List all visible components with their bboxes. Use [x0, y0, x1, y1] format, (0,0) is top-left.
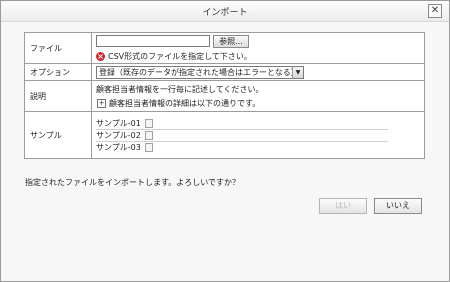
import-form: ファイル 参照... × CSV形式のファイルを指定して下さい。 オプション 登…: [24, 32, 425, 159]
chevron-down-icon[interactable]: ▼: [292, 66, 303, 78]
sample-row: サンプル サンプル-01 サンプル-02 サンプル-03: [24, 111, 425, 159]
detail-text: 顧客担当者情報の詳細は以下の通りです。: [109, 98, 261, 108]
expand-plus-icon[interactable]: +: [97, 98, 106, 108]
sample-link-2[interactable]: サンプル-02: [96, 130, 388, 142]
file-path-input[interactable]: [96, 35, 210, 47]
sample-name: サンプル-03: [96, 142, 141, 152]
title-bar: インポート ✕: [1, 1, 449, 22]
option-select[interactable]: 登録（既存のデータが指定された場合はエラーとなる） ▼: [96, 65, 304, 79]
sample-link-3[interactable]: サンプル-03: [96, 142, 388, 153]
document-icon: [144, 142, 153, 152]
yes-button[interactable]: はい: [319, 198, 367, 214]
sample-label: サンプル: [24, 111, 92, 159]
browse-button[interactable]: 参照...: [213, 34, 249, 48]
description-row: 説明 顧客担当者情報を一行毎に記述してください。 + 顧客担当者情報の詳細は以下…: [24, 80, 425, 112]
file-label: ファイル: [24, 32, 92, 64]
error-icon: ×: [96, 51, 105, 61]
option-selected-value: 登録（既存のデータが指定された場合はエラーとなる）: [99, 67, 292, 77]
document-icon: [144, 118, 153, 128]
detail-toggle[interactable]: + 顧客担当者情報の詳細は以下の通りです。: [96, 98, 419, 109]
file-error-message: × CSV形式のファイルを指定して下さい。: [96, 51, 419, 62]
confirm-message: 指定されたファイルをインポートします。よろしいですか？: [25, 178, 240, 187]
file-cell: 参照... × CSV形式のファイルを指定して下さい。: [91, 32, 425, 64]
close-icon[interactable]: ✕: [428, 4, 442, 18]
dialog-title: インポート: [202, 8, 248, 18]
description-label: 説明: [24, 80, 92, 112]
error-text: CSV形式のファイルを指定して下さい。: [108, 51, 252, 61]
option-label: オプション: [24, 63, 92, 81]
sample-name: サンプル-01: [96, 118, 141, 128]
file-row: ファイル 参照... × CSV形式のファイルを指定して下さい。: [24, 32, 425, 64]
import-dialog: インポート ✕ ファイル 参照... × CSV形式のファイルを指定して下さい。…: [0, 0, 450, 282]
sample-link-1[interactable]: サンプル-01: [96, 118, 388, 130]
description-text: 顧客担当者情報を一行毎に記述してください。: [96, 84, 264, 94]
sample-cell: サンプル-01 サンプル-02 サンプル-03: [91, 111, 425, 159]
document-icon: [144, 130, 153, 140]
description-cell: 顧客担当者情報を一行毎に記述してください。 + 顧客担当者情報の詳細は以下の通り…: [91, 80, 425, 112]
no-button[interactable]: いいえ: [374, 198, 422, 214]
sample-name: サンプル-02: [96, 130, 141, 140]
option-row: オプション 登録（既存のデータが指定された場合はエラーとなる） ▼: [24, 63, 425, 81]
option-cell: 登録（既存のデータが指定された場合はエラーとなる） ▼: [91, 63, 425, 81]
